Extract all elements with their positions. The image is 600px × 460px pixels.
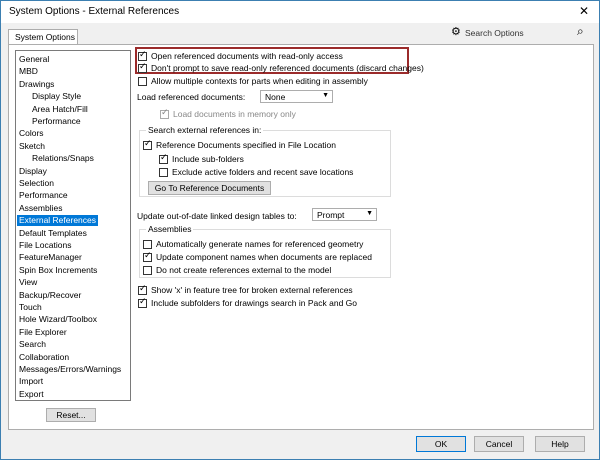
tree-item[interactable]: Collaboration xyxy=(19,352,69,363)
update-component-names-label: Update component names when documents ar… xyxy=(156,252,372,262)
tree-item[interactable]: Spin Box Increments xyxy=(19,265,97,276)
tree-item[interactable]: Backup/Recover xyxy=(19,290,81,301)
allow-multiple-checkbox[interactable] xyxy=(138,76,147,86)
tree-item[interactable]: Default Templates xyxy=(19,228,87,239)
search-group-title: Search external references in: xyxy=(146,125,264,135)
include-subfolders-option[interactable]: Include sub-folders xyxy=(159,153,244,164)
tree-item[interactable]: Display Style xyxy=(32,91,81,102)
tree-item[interactable]: File Explorer xyxy=(19,327,67,338)
assemblies-group-title: Assemblies xyxy=(146,224,194,234)
exclude-active-checkbox[interactable] xyxy=(159,167,168,177)
dont-prompt-label: Don't prompt to save read-only reference… xyxy=(151,63,424,73)
show-x-option[interactable]: Show 'x' in feature tree for broken exte… xyxy=(138,284,353,295)
update-component-names-option[interactable]: Update component names when documents ar… xyxy=(143,251,372,262)
no-external-refs-label: Do not create references external to the… xyxy=(156,265,332,275)
auto-names-option[interactable]: Automatically generate names for referen… xyxy=(143,239,363,249)
allow-multiple-option[interactable]: Allow multiple contexts for parts when e… xyxy=(138,76,368,86)
auto-names-label: Automatically generate names for referen… xyxy=(156,239,364,249)
gear-icon: ⚙ xyxy=(451,26,461,38)
window-title: System Options - External References xyxy=(9,6,180,17)
tree-item[interactable]: Relations/Snaps xyxy=(32,153,94,164)
update-tables-value: Prompt xyxy=(317,210,345,220)
allow-multiple-label: Allow multiple contexts for parts when e… xyxy=(151,76,368,86)
tree-item[interactable]: Performance xyxy=(32,116,81,127)
tree-item[interactable]: View xyxy=(19,277,37,288)
tree-item[interactable]: MBD xyxy=(19,66,38,77)
tree-item[interactable]: Performance xyxy=(19,190,68,201)
no-external-refs-option[interactable]: Do not create references external to the… xyxy=(143,265,331,275)
tree-item[interactable]: Import xyxy=(19,376,43,387)
tree-item[interactable]: Display xyxy=(19,166,47,177)
close-icon[interactable]: ✕ xyxy=(579,4,589,18)
system-options-dialog: System Options - External References ✕ S… xyxy=(0,0,600,460)
chevron-down-icon: ▼ xyxy=(322,92,329,99)
ref-docs-file-loc-label: Reference Documents specified in File Lo… xyxy=(156,140,337,150)
include-subfolders-label: Include sub-folders xyxy=(172,154,244,164)
update-component-names-checkbox[interactable] xyxy=(143,251,152,262)
options-panel: General MBD Drawings Display Style Area Hatc… xyxy=(8,44,594,430)
dont-prompt-option[interactable]: Don't prompt to save read-only reference… xyxy=(138,62,424,73)
load-in-memory-label: Load documents in memory only xyxy=(173,109,296,119)
options-tree[interactable]: General MBD Drawings Display Style Area Hatc… xyxy=(15,50,131,401)
cancel-button[interactable]: Cancel xyxy=(474,436,524,452)
show-x-checkbox[interactable] xyxy=(138,284,147,295)
search-input[interactable]: Search Options xyxy=(465,28,524,38)
search-options[interactable]: ⚙ Search Options ⌕ xyxy=(449,24,593,40)
tree-item[interactable]: Colors xyxy=(19,128,44,139)
ok-button[interactable]: OK xyxy=(416,436,466,452)
update-tables-select[interactable]: Prompt ▼ xyxy=(312,208,377,221)
tree-item[interactable]: Search xyxy=(19,339,46,350)
tree-item[interactable]: File Locations xyxy=(19,240,71,251)
tree-item[interactable]: Drawings xyxy=(19,79,54,90)
tree-item[interactable]: Messages/Errors/Warnings xyxy=(19,364,121,375)
search-icon[interactable]: ⌕ xyxy=(577,24,584,39)
tree-item[interactable]: Sketch xyxy=(19,141,45,152)
load-ref-value: None xyxy=(265,92,286,102)
auto-names-checkbox[interactable] xyxy=(143,239,152,249)
tree-item[interactable]: Hole Wizard/Toolbox xyxy=(19,314,97,325)
tree-item[interactable]: Assemblies xyxy=(19,203,62,214)
include-subfolders-pack-option[interactable]: Include subfolders for drawings search i… xyxy=(138,297,358,308)
include-subfolders-checkbox[interactable] xyxy=(159,153,168,164)
load-in-memory-option: Load documents in memory only xyxy=(160,108,296,119)
tree-item[interactable]: FeatureManager xyxy=(19,252,82,263)
tree-item[interactable]: External References xyxy=(17,215,99,227)
load-ref-select[interactable]: None ▼ xyxy=(260,90,333,103)
exclude-active-option[interactable]: Exclude active folders and recent save l… xyxy=(159,167,353,177)
update-tables-label: Update out-of-date linked design tables … xyxy=(137,211,297,221)
tree-item[interactable]: Selection xyxy=(19,178,54,189)
chevron-down-icon: ▼ xyxy=(366,210,373,217)
show-x-label: Show 'x' in feature tree for broken exte… xyxy=(151,285,353,295)
reset-button[interactable]: Reset... xyxy=(46,408,96,422)
open-readonly-checkbox[interactable] xyxy=(138,50,147,61)
load-ref-label: Load referenced documents: xyxy=(137,92,246,102)
tree-item[interactable]: Area Hatch/Fill xyxy=(32,104,88,115)
tree-item[interactable]: General xyxy=(19,54,49,65)
tab-system-options[interactable]: System Options xyxy=(8,29,78,45)
open-readonly-label: Open referenced documents with read-only… xyxy=(151,51,343,61)
no-external-refs-checkbox[interactable] xyxy=(143,265,152,275)
title-bar: System Options - External References ✕ xyxy=(1,1,599,23)
include-subfolders-pack-checkbox[interactable] xyxy=(138,297,147,308)
help-button[interactable]: Help xyxy=(535,436,585,452)
ref-docs-file-loc-option[interactable]: Reference Documents specified in File Lo… xyxy=(143,139,337,150)
open-readonly-option[interactable]: Open referenced documents with read-only… xyxy=(138,50,343,61)
exclude-active-label: Exclude active folders and recent save l… xyxy=(172,167,354,177)
dont-prompt-checkbox[interactable] xyxy=(138,62,147,73)
tree-item[interactable]: Touch xyxy=(19,302,42,313)
tree-item[interactable]: Export xyxy=(19,389,44,400)
tab-label: System Options xyxy=(15,32,75,42)
ref-docs-file-loc-checkbox[interactable] xyxy=(143,139,152,150)
include-subfolders-pack-label: Include subfolders for drawings search i… xyxy=(151,298,358,308)
goto-ref-docs-button[interactable]: Go To Reference Documents xyxy=(148,181,271,195)
load-in-memory-checkbox xyxy=(160,108,169,119)
